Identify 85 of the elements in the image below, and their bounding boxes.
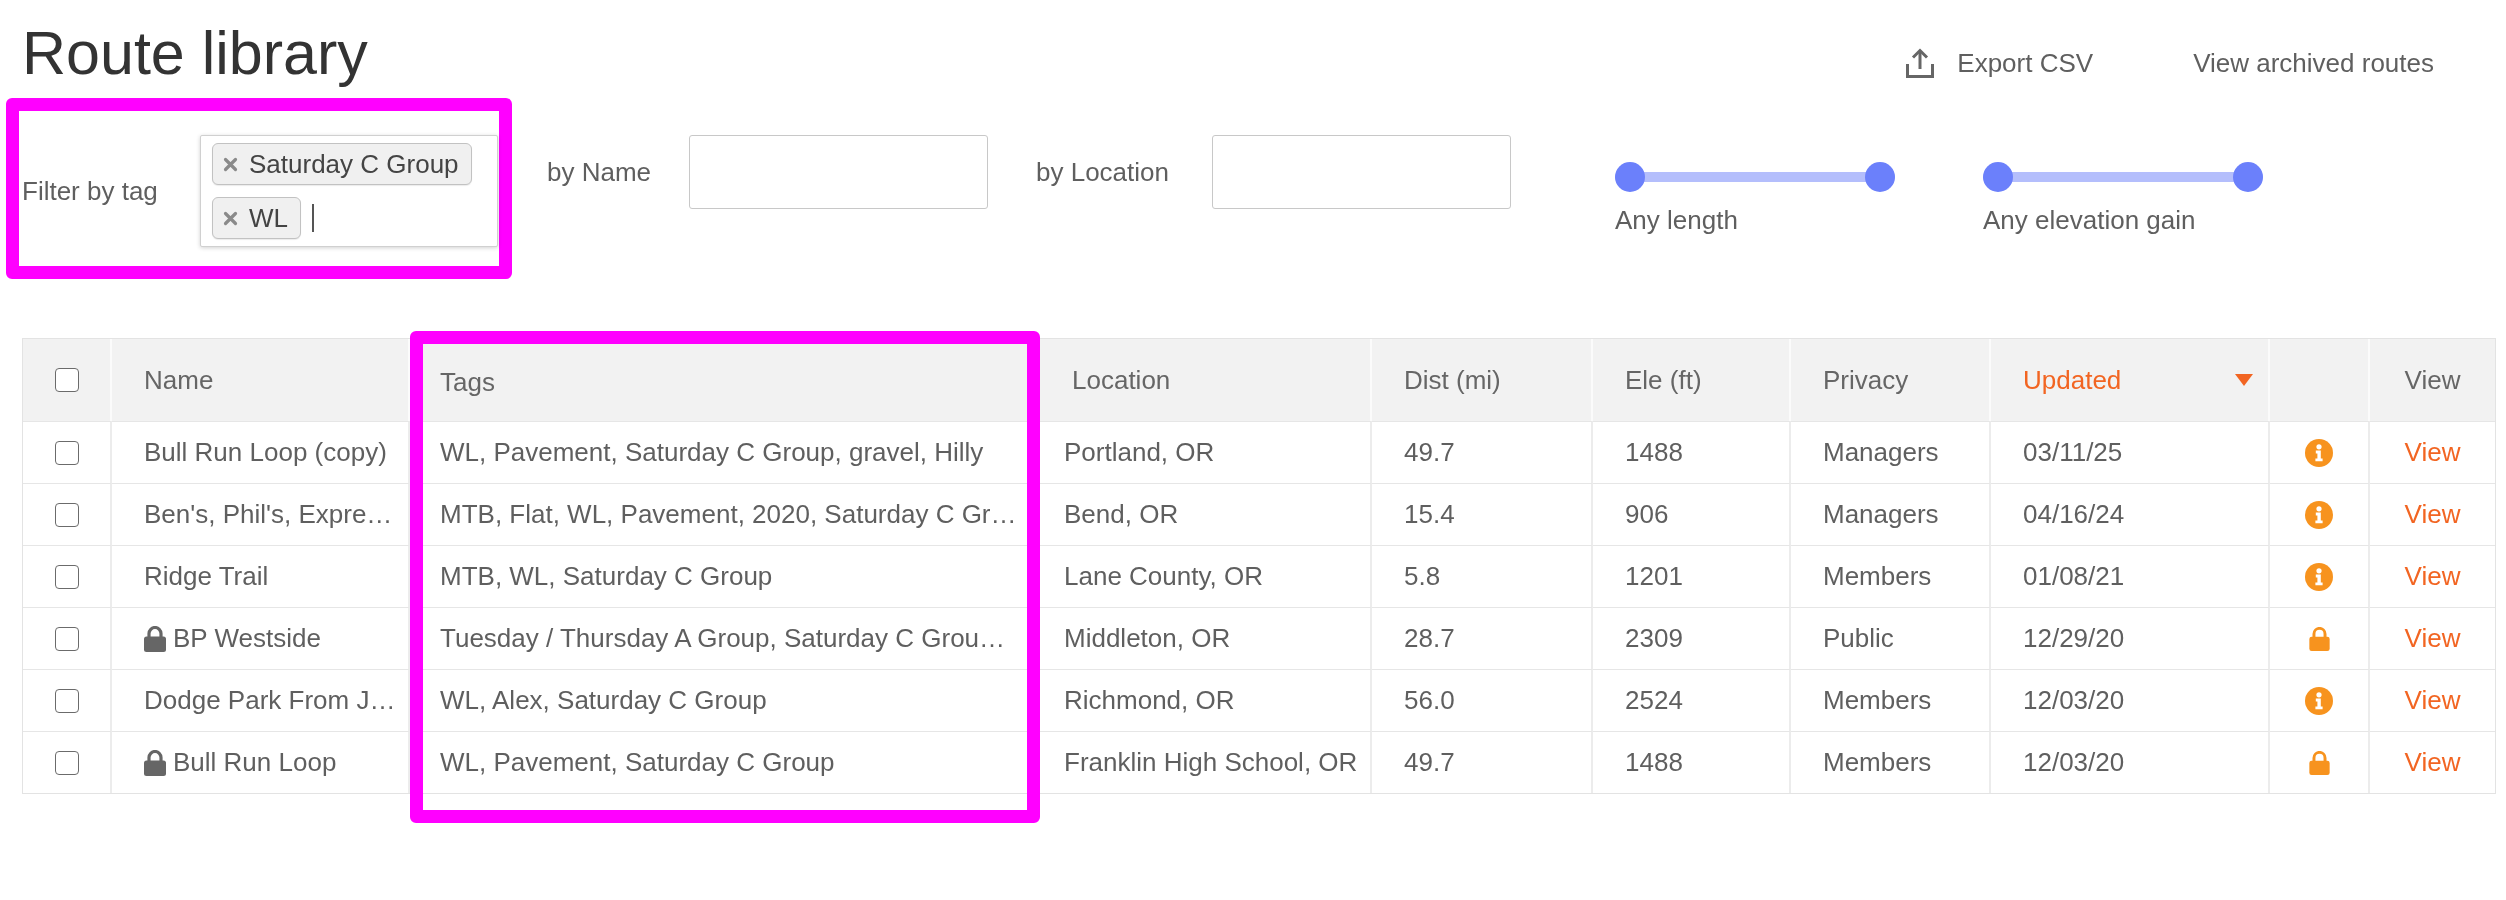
row-checkbox[interactable]	[54, 750, 79, 775]
tag-chip[interactable]: WL	[212, 197, 301, 239]
column-header[interactable]: Tags	[423, 344, 1027, 421]
row-checkbox[interactable]	[54, 688, 79, 713]
table-cell: 01/08/21	[1991, 545, 2270, 607]
row-checkbox[interactable]	[54, 626, 79, 651]
table-cell: Members	[1791, 731, 1991, 793]
table-cell: 04/16/24	[1991, 483, 2270, 545]
range-slider[interactable]	[1983, 162, 2263, 192]
remove-icon[interactable]	[223, 210, 238, 226]
info-icon[interactable]	[2305, 562, 2333, 591]
route-name: Ben's, Phil's, Expre…	[144, 499, 393, 530]
route-name: Dodge Park From J…	[144, 685, 396, 716]
route-name: Bull Run Loop	[173, 747, 337, 778]
info-icon[interactable]	[2305, 686, 2333, 715]
column-header[interactable]: Ele (ft)	[1593, 339, 1791, 421]
view-link[interactable]: View	[2404, 747, 2461, 778]
table-cell: Public	[1791, 607, 1991, 669]
view-link[interactable]: View	[2404, 623, 2461, 654]
table-cell: 12/03/20	[1991, 669, 2270, 731]
table-cell: 28.7	[1372, 607, 1593, 669]
view-link[interactable]: View	[2404, 437, 2461, 468]
column-header: View	[2370, 339, 2495, 421]
tag-filter-field[interactable]: Saturday C Group WL	[200, 135, 498, 247]
table-cell: Bend, OR	[1040, 483, 1372, 545]
view-link[interactable]: View	[2404, 561, 2461, 592]
table-cell: 12/03/20	[1991, 731, 2270, 793]
column-header[interactable]: Name	[112, 339, 410, 421]
table-cell: 49.7	[1372, 731, 1593, 793]
table-cell: 15.4	[1372, 483, 1593, 545]
table-cell: Lane County, OR	[1040, 545, 1372, 607]
table-cell: Richmond, OR	[1040, 669, 1372, 731]
route-name: BP Westside	[173, 623, 321, 654]
slider-thumb[interactable]	[1615, 162, 1645, 192]
row-checkbox[interactable]	[54, 502, 79, 527]
table-cell: 2309	[1593, 607, 1791, 669]
column-header[interactable]: Dist (mi)	[1372, 339, 1593, 421]
upload-icon	[1905, 47, 1936, 79]
table-cell: 1488	[1593, 731, 1791, 793]
column-header[interactable]: Privacy	[1791, 339, 1991, 421]
route-name: Ridge Trail	[144, 561, 269, 592]
table-cell: 12/29/20	[1991, 607, 2270, 669]
table-cell: Middleton, OR	[1040, 607, 1372, 669]
table-cell: 1201	[1593, 545, 1791, 607]
text-input-field[interactable]	[1212, 135, 1511, 209]
slider-thumb[interactable]	[1983, 162, 2013, 192]
table-cell: Members	[1791, 669, 1991, 731]
info-icon[interactable]	[2305, 500, 2333, 529]
filter-label: Filter by tag	[22, 175, 159, 207]
text-cursor-icon	[312, 204, 314, 232]
table-cell: Managers	[1791, 483, 1991, 545]
remove-icon[interactable]	[223, 156, 238, 172]
text-input-field[interactable]	[689, 135, 988, 209]
row-checkbox[interactable]	[54, 440, 79, 465]
table-cell: 49.7	[1372, 421, 1593, 483]
view-link[interactable]: View	[2404, 685, 2461, 716]
table-cell: Managers	[1791, 421, 1991, 483]
table-cell: 03/11/25	[1991, 421, 2270, 483]
route-name: Bull Run Loop (copy)	[144, 437, 387, 468]
field-label: by Name	[547, 156, 653, 188]
slider-thumb[interactable]	[2233, 162, 2263, 192]
table-cell: Franklin High School, OR	[1040, 731, 1372, 793]
page-title: Route library	[22, 18, 368, 89]
table-cell: 56.0	[1372, 669, 1593, 731]
table-cell: 906	[1593, 483, 1791, 545]
slider-thumb[interactable]	[1865, 162, 1895, 192]
archived-routes-link[interactable]: View archived routes	[2193, 47, 2434, 79]
export-button[interactable]: Export CSV	[1905, 47, 2094, 79]
column-header[interactable]: Updated	[1991, 339, 2270, 421]
table-cell: Members	[1791, 545, 1991, 607]
field-label: by Location	[1036, 156, 1170, 188]
table-cell: 5.8	[1372, 545, 1593, 607]
sort-descending-icon	[2235, 374, 2253, 386]
table-cell: 1488	[1593, 421, 1791, 483]
slider-label: Any elevation gain	[1983, 205, 2197, 235]
tag-chip[interactable]: Saturday C Group	[212, 143, 472, 185]
table-cell: 2524	[1593, 669, 1791, 731]
range-slider[interactable]	[1615, 162, 1895, 192]
row-checkbox[interactable]	[54, 564, 79, 589]
slider-label: Any length	[1615, 205, 1739, 235]
table-cell: Portland, OR	[1040, 421, 1372, 483]
info-icon[interactable]	[2305, 438, 2333, 467]
column-header[interactable]: Location	[1040, 339, 1372, 421]
select-all-checkbox[interactable]	[54, 368, 79, 392]
view-link[interactable]: View	[2404, 499, 2461, 530]
